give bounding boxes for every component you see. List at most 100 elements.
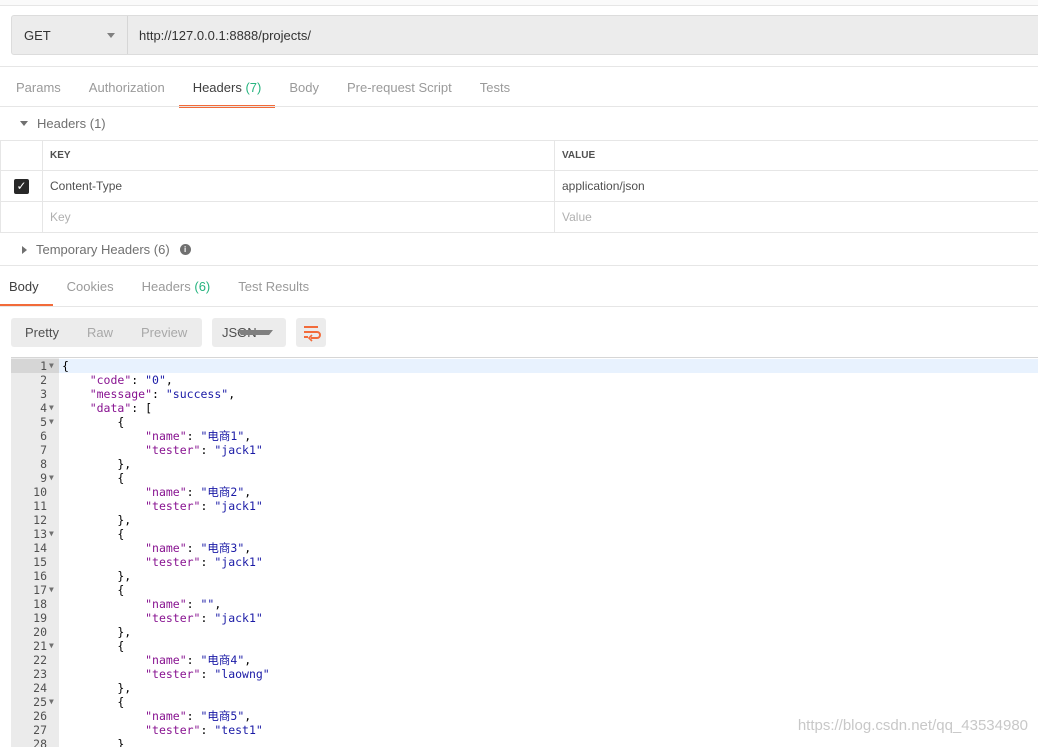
json-punctuation: : <box>200 443 214 457</box>
json-punctuation: { <box>62 471 124 485</box>
json-punctuation: , <box>228 387 235 401</box>
code-line: 21▼ { <box>11 639 1038 653</box>
divider <box>0 306 1038 307</box>
code-line: 8 }, <box>11 457 1038 471</box>
fold-toggle-icon[interactable]: ▼ <box>49 639 54 653</box>
request-tab-pre-request-script[interactable]: Pre-request Script <box>333 68 466 108</box>
json-punctuation: : <box>187 709 201 723</box>
code-text: "tester": "jack1" <box>62 555 263 569</box>
tab-label: Cookies <box>67 279 114 294</box>
url-input[interactable]: http://127.0.0.1:8888/projects/ <box>128 16 311 54</box>
response-tab-test-results[interactable]: Test Results <box>224 267 323 307</box>
divider <box>0 265 1038 266</box>
code-text: "name": "电商4", <box>62 653 251 667</box>
wrap-icon <box>296 318 326 347</box>
line-number: 19 <box>11 611 47 625</box>
code-text: }, <box>62 513 131 527</box>
json-punctuation <box>62 597 145 611</box>
response-tab-body[interactable]: Body <box>0 267 53 307</box>
request-tab-headers[interactable]: Headers (7) <box>179 68 276 108</box>
fold-toggle-icon[interactable]: ▼ <box>49 527 54 541</box>
json-key: "tester" <box>145 667 200 681</box>
headers-section-toggle[interactable]: Headers (1) <box>0 107 1038 139</box>
watermark: https://blog.csdn.net/qq_43534980 <box>798 717 1028 734</box>
json-key: "code" <box>90 373 132 387</box>
preview-button[interactable]: Preview <box>127 325 201 340</box>
fold-toggle-icon[interactable]: ▼ <box>49 359 54 373</box>
header-value-field[interactable]: application/json <box>555 171 1038 202</box>
code-line: 18 "name": "", <box>11 597 1038 611</box>
raw-button[interactable]: Raw <box>73 325 127 340</box>
fold-toggle-icon[interactable]: ▼ <box>49 471 54 485</box>
tab-label: Body <box>9 279 39 294</box>
json-string: "电商3" <box>201 541 245 555</box>
json-punctuation <box>62 387 90 401</box>
code-line: 25▼ { <box>11 695 1038 709</box>
line-number: 7 <box>11 443 47 457</box>
code-text: }, <box>62 681 131 695</box>
line-number: 2 <box>11 373 47 387</box>
tab-label: Headers <box>193 80 242 95</box>
line-number: 27 <box>11 723 47 737</box>
pretty-button[interactable]: Pretty <box>11 325 73 340</box>
code-text: "name": "", <box>62 597 221 611</box>
code-text: "code": "0", <box>62 373 173 387</box>
line-number: 3 <box>11 387 47 401</box>
request-tab-body[interactable]: Body <box>275 68 333 108</box>
json-string: "jack1" <box>214 443 262 457</box>
response-tab-headers[interactable]: Headers (6) <box>128 267 225 307</box>
line-number: 9 <box>11 471 47 485</box>
fold-toggle-icon[interactable]: ▼ <box>49 415 54 429</box>
json-punctuation <box>62 555 145 569</box>
json-punctuation: : <box>131 373 145 387</box>
tab-label: Test Results <box>238 279 309 294</box>
code-line: 12 }, <box>11 513 1038 527</box>
code-line: 9▼ { <box>11 471 1038 485</box>
response-body-editor[interactable]: 1▼{2 "code": "0",3 "message": "success",… <box>11 357 1038 747</box>
json-key: "name" <box>145 541 187 555</box>
json-punctuation: : <box>187 653 201 667</box>
fold-toggle-icon[interactable]: ▼ <box>49 695 54 709</box>
new-value-input[interactable]: Value <box>555 202 1038 233</box>
json-punctuation: { <box>62 639 124 653</box>
code-line: 1▼{ <box>11 359 1038 373</box>
response-tab-cookies[interactable]: Cookies <box>53 267 128 307</box>
info-icon[interactable]: i <box>180 244 191 255</box>
json-punctuation: : <box>152 387 166 401</box>
temporary-headers-toggle[interactable]: Temporary Headers (6) i <box>0 233 1038 266</box>
json-punctuation <box>62 611 145 625</box>
code-line: 6 "name": "电商1", <box>11 429 1038 443</box>
tab-count-badge: (7) <box>245 80 261 95</box>
json-punctuation <box>62 499 145 513</box>
code-text: "tester": "test1" <box>62 723 263 737</box>
line-number: 18 <box>11 597 47 611</box>
fold-toggle-icon[interactable]: ▼ <box>49 401 54 415</box>
request-bar: GET http://127.0.0.1:8888/projects/ <box>11 15 1038 55</box>
request-tab-params[interactable]: Params <box>2 68 75 108</box>
json-punctuation: , <box>244 709 251 723</box>
line-number: 28 <box>11 737 47 747</box>
json-string: "jack1" <box>214 555 262 569</box>
format-select[interactable]: JSON <box>212 318 286 347</box>
json-string: "电商4" <box>201 653 245 667</box>
table-row: ✓ Content-Type application/json <box>1 171 1038 202</box>
wrap-lines-button[interactable] <box>296 318 326 347</box>
json-string: "test1" <box>214 723 262 737</box>
json-punctuation: , <box>244 541 251 555</box>
request-tab-tests[interactable]: Tests <box>466 68 524 108</box>
code-line: 2 "code": "0", <box>11 373 1038 387</box>
fold-toggle-icon[interactable]: ▼ <box>49 583 54 597</box>
json-punctuation: }, <box>62 569 131 583</box>
json-punctuation: }, <box>62 513 131 527</box>
tab-label: Params <box>16 80 61 95</box>
json-string: "laowng" <box>214 667 269 681</box>
json-punctuation: { <box>62 527 124 541</box>
header-key-field[interactable]: Content-Type <box>43 171 555 202</box>
request-tab-authorization[interactable]: Authorization <box>75 68 179 108</box>
code-line: 15 "tester": "jack1" <box>11 555 1038 569</box>
method-select[interactable]: GET <box>12 16 128 54</box>
json-string: "" <box>201 597 215 611</box>
json-punctuation: { <box>62 359 69 373</box>
new-key-input[interactable]: Key <box>43 202 555 233</box>
checkbox-checked-icon[interactable]: ✓ <box>14 179 29 194</box>
